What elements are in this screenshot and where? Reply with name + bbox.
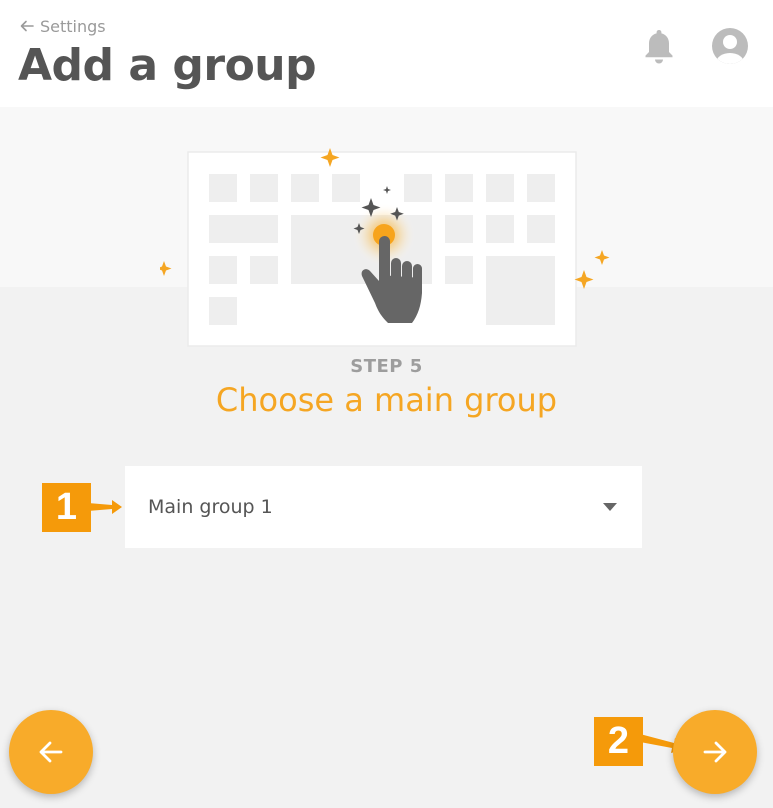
step-number-label: STEP 5 xyxy=(350,356,423,377)
chevron-down-icon xyxy=(603,503,617,511)
previous-step-button[interactable] xyxy=(9,710,93,794)
main-group-select-value: Main group 1 xyxy=(148,496,273,518)
dashboard-tap-illustration xyxy=(160,148,610,347)
arrow-right-icon xyxy=(703,741,727,763)
back-link-label: Settings xyxy=(40,16,106,36)
callout-badge-1: 1 xyxy=(42,483,91,532)
callout-badge-2: 2 xyxy=(594,717,643,766)
back-to-settings-link[interactable]: Settings xyxy=(20,15,106,37)
page-title: Add a group xyxy=(18,40,317,91)
main-group-select[interactable]: Main group 1 xyxy=(125,466,642,548)
bell-icon[interactable] xyxy=(642,27,676,65)
header: Settings Add a group xyxy=(0,0,773,107)
user-avatar-icon[interactable] xyxy=(711,27,749,65)
step-title: Choose a main group xyxy=(215,381,558,419)
callout-arrow-1-icon xyxy=(88,500,122,514)
next-step-button[interactable] xyxy=(673,710,757,794)
back-arrow-icon xyxy=(20,20,34,32)
arrow-left-icon xyxy=(39,741,63,763)
